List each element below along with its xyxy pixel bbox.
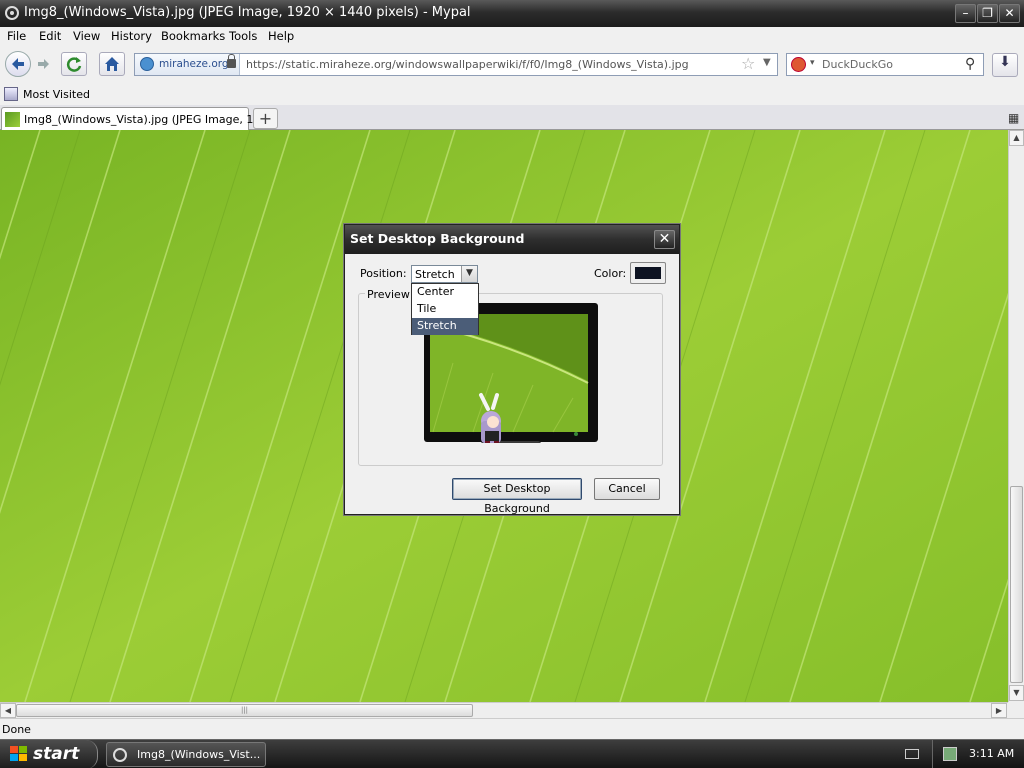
network-icon[interactable] [943,747,957,761]
set-desktop-background-dialog: Set Desktop Background ✕ Position: Stret… [344,224,680,515]
site-icon [140,57,154,71]
horizontal-scrollbar[interactable]: ◀ ||| ▶ [0,702,1008,718]
forward-arrow-icon [38,59,49,69]
most-visited-icon [4,87,18,101]
menu-help[interactable]: Help [268,29,294,43]
set-desktop-background-button[interactable]: Set Desktop Background [452,478,582,515]
navigation-toolbar: miraheze.org https://static.miraheze.org… [0,46,1024,84]
tab-title: Img8_(Windows_Vista).jpg (JPEG Image, 19… [24,113,271,126]
mypal-taskbar-icon [113,748,127,762]
chevron-down-icon[interactable]: ▼ [461,266,477,282]
position-select[interactable]: Stretch ▼ [411,265,478,283]
color-picker-button[interactable] [630,262,666,284]
search-input[interactable]: DuckDuckGo [822,58,893,71]
site-domain: miraheze.org [159,58,229,70]
close-window-button[interactable]: ✕ [999,4,1020,23]
position-option-center[interactable]: Center [412,284,478,301]
vertical-scroll-thumb[interactable] [1010,486,1023,683]
search-bar[interactable]: ▾ DuckDuckGo ⚲ [786,53,984,76]
window-title: Img8_(Windows_Vista).jpg (JPEG Image, 19… [24,5,471,20]
position-option-tile[interactable]: Tile [412,301,478,318]
reload-icon [66,57,82,72]
tab-strip: Img8_(Windows_Vista).jpg (JPEG Image, 19… [0,105,1024,130]
keyboard-icon[interactable] [905,749,919,759]
clock[interactable]: 3:11 AM [969,747,1014,760]
scroll-up-arrow-icon[interactable]: ▲ [1009,130,1024,146]
color-label: Color: [594,267,627,280]
scroll-right-arrow-icon[interactable]: ▶ [991,703,1007,718]
menu-view[interactable]: View [73,29,100,43]
home-icon [105,57,119,71]
dialog-title-bar: Set Desktop Background ✕ [345,225,679,254]
windows-flag-icon [10,746,28,762]
restore-button[interactable]: ❐ [977,4,998,23]
site-identity-button[interactable]: miraheze.org [135,54,240,75]
dialog-title: Set Desktop Background [350,231,525,246]
system-tray: 3:11 AM [932,740,1024,768]
lock-icon [227,54,236,68]
menu-tools[interactable]: Tools [229,29,257,43]
status-text: Done [2,723,31,736]
scroll-left-arrow-icon[interactable]: ◀ [0,703,16,718]
start-button[interactable]: start [0,740,98,768]
window-title-bar: Img8_(Windows_Vista).jpg (JPEG Image, 19… [0,0,1024,27]
minimize-button[interactable]: – [955,4,976,23]
download-arrow-icon: ⬇ [999,54,1011,70]
position-dropdown-list: Center Tile Stretch [411,283,479,335]
position-label: Position: [360,267,407,280]
menu-edit[interactable]: Edit [39,29,61,43]
url-dropdown-icon[interactable]: ▼ [763,57,771,68]
menu-history[interactable]: History [111,29,152,43]
url-bar[interactable]: miraheze.org https://static.miraheze.org… [134,53,778,76]
menu-bar: File Edit View History Bookmarks Tools H… [0,27,1024,46]
menu-file[interactable]: File [7,29,26,43]
bookmarks-toolbar: Most Visited [0,84,1024,105]
vertical-scrollbar[interactable]: ▲ ▼ [1008,130,1024,702]
url-input[interactable]: https://static.miraheze.org/windowswallp… [246,58,689,71]
taskbar: start Img8_(Windows_Vist... 3:11 AM [0,739,1024,768]
position-option-stretch[interactable]: Stretch [412,318,478,335]
engine-dropdown-icon[interactable]: ▾ [810,58,815,68]
cancel-button[interactable]: Cancel [594,478,660,500]
new-tab-button[interactable]: + [253,108,278,129]
color-swatch [635,267,661,279]
bookmark-most-visited[interactable]: Most Visited [23,88,90,101]
preview-label: Preview [365,288,412,301]
downloads-button[interactable]: ⬇ [992,53,1018,77]
scroll-down-arrow-icon[interactable]: ▼ [1009,685,1024,701]
forward-button[interactable] [35,55,53,76]
back-button[interactable] [5,51,31,77]
position-select-value: Stretch [415,268,455,281]
taskbar-item-label: Img8_(Windows_Vist... [137,748,261,761]
duckduckgo-icon[interactable] [791,57,806,72]
menu-bookmarks[interactable]: Bookmarks [161,29,225,43]
horizontal-scroll-thumb[interactable]: ||| [16,704,473,717]
taskbar-item-mypal[interactable]: Img8_(Windows_Vist... [106,742,266,767]
scrollbar-corner [1008,702,1024,718]
start-label: start [33,744,80,764]
home-button[interactable] [99,52,125,76]
back-arrow-icon [12,58,24,70]
bookmark-star-icon[interactable]: ☆ [741,54,755,73]
reload-button[interactable] [61,52,87,76]
image-favicon-icon [5,112,20,127]
search-icon[interactable]: ⚲ [965,56,975,72]
status-bar: Done [0,718,1024,739]
tab-list-icon[interactable]: ▦ [1008,111,1019,125]
dialog-close-button[interactable]: ✕ [654,230,675,249]
tab-image[interactable]: Img8_(Windows_Vista).jpg (JPEG Image, 19… [1,107,271,130]
mypal-app-icon [5,6,19,20]
